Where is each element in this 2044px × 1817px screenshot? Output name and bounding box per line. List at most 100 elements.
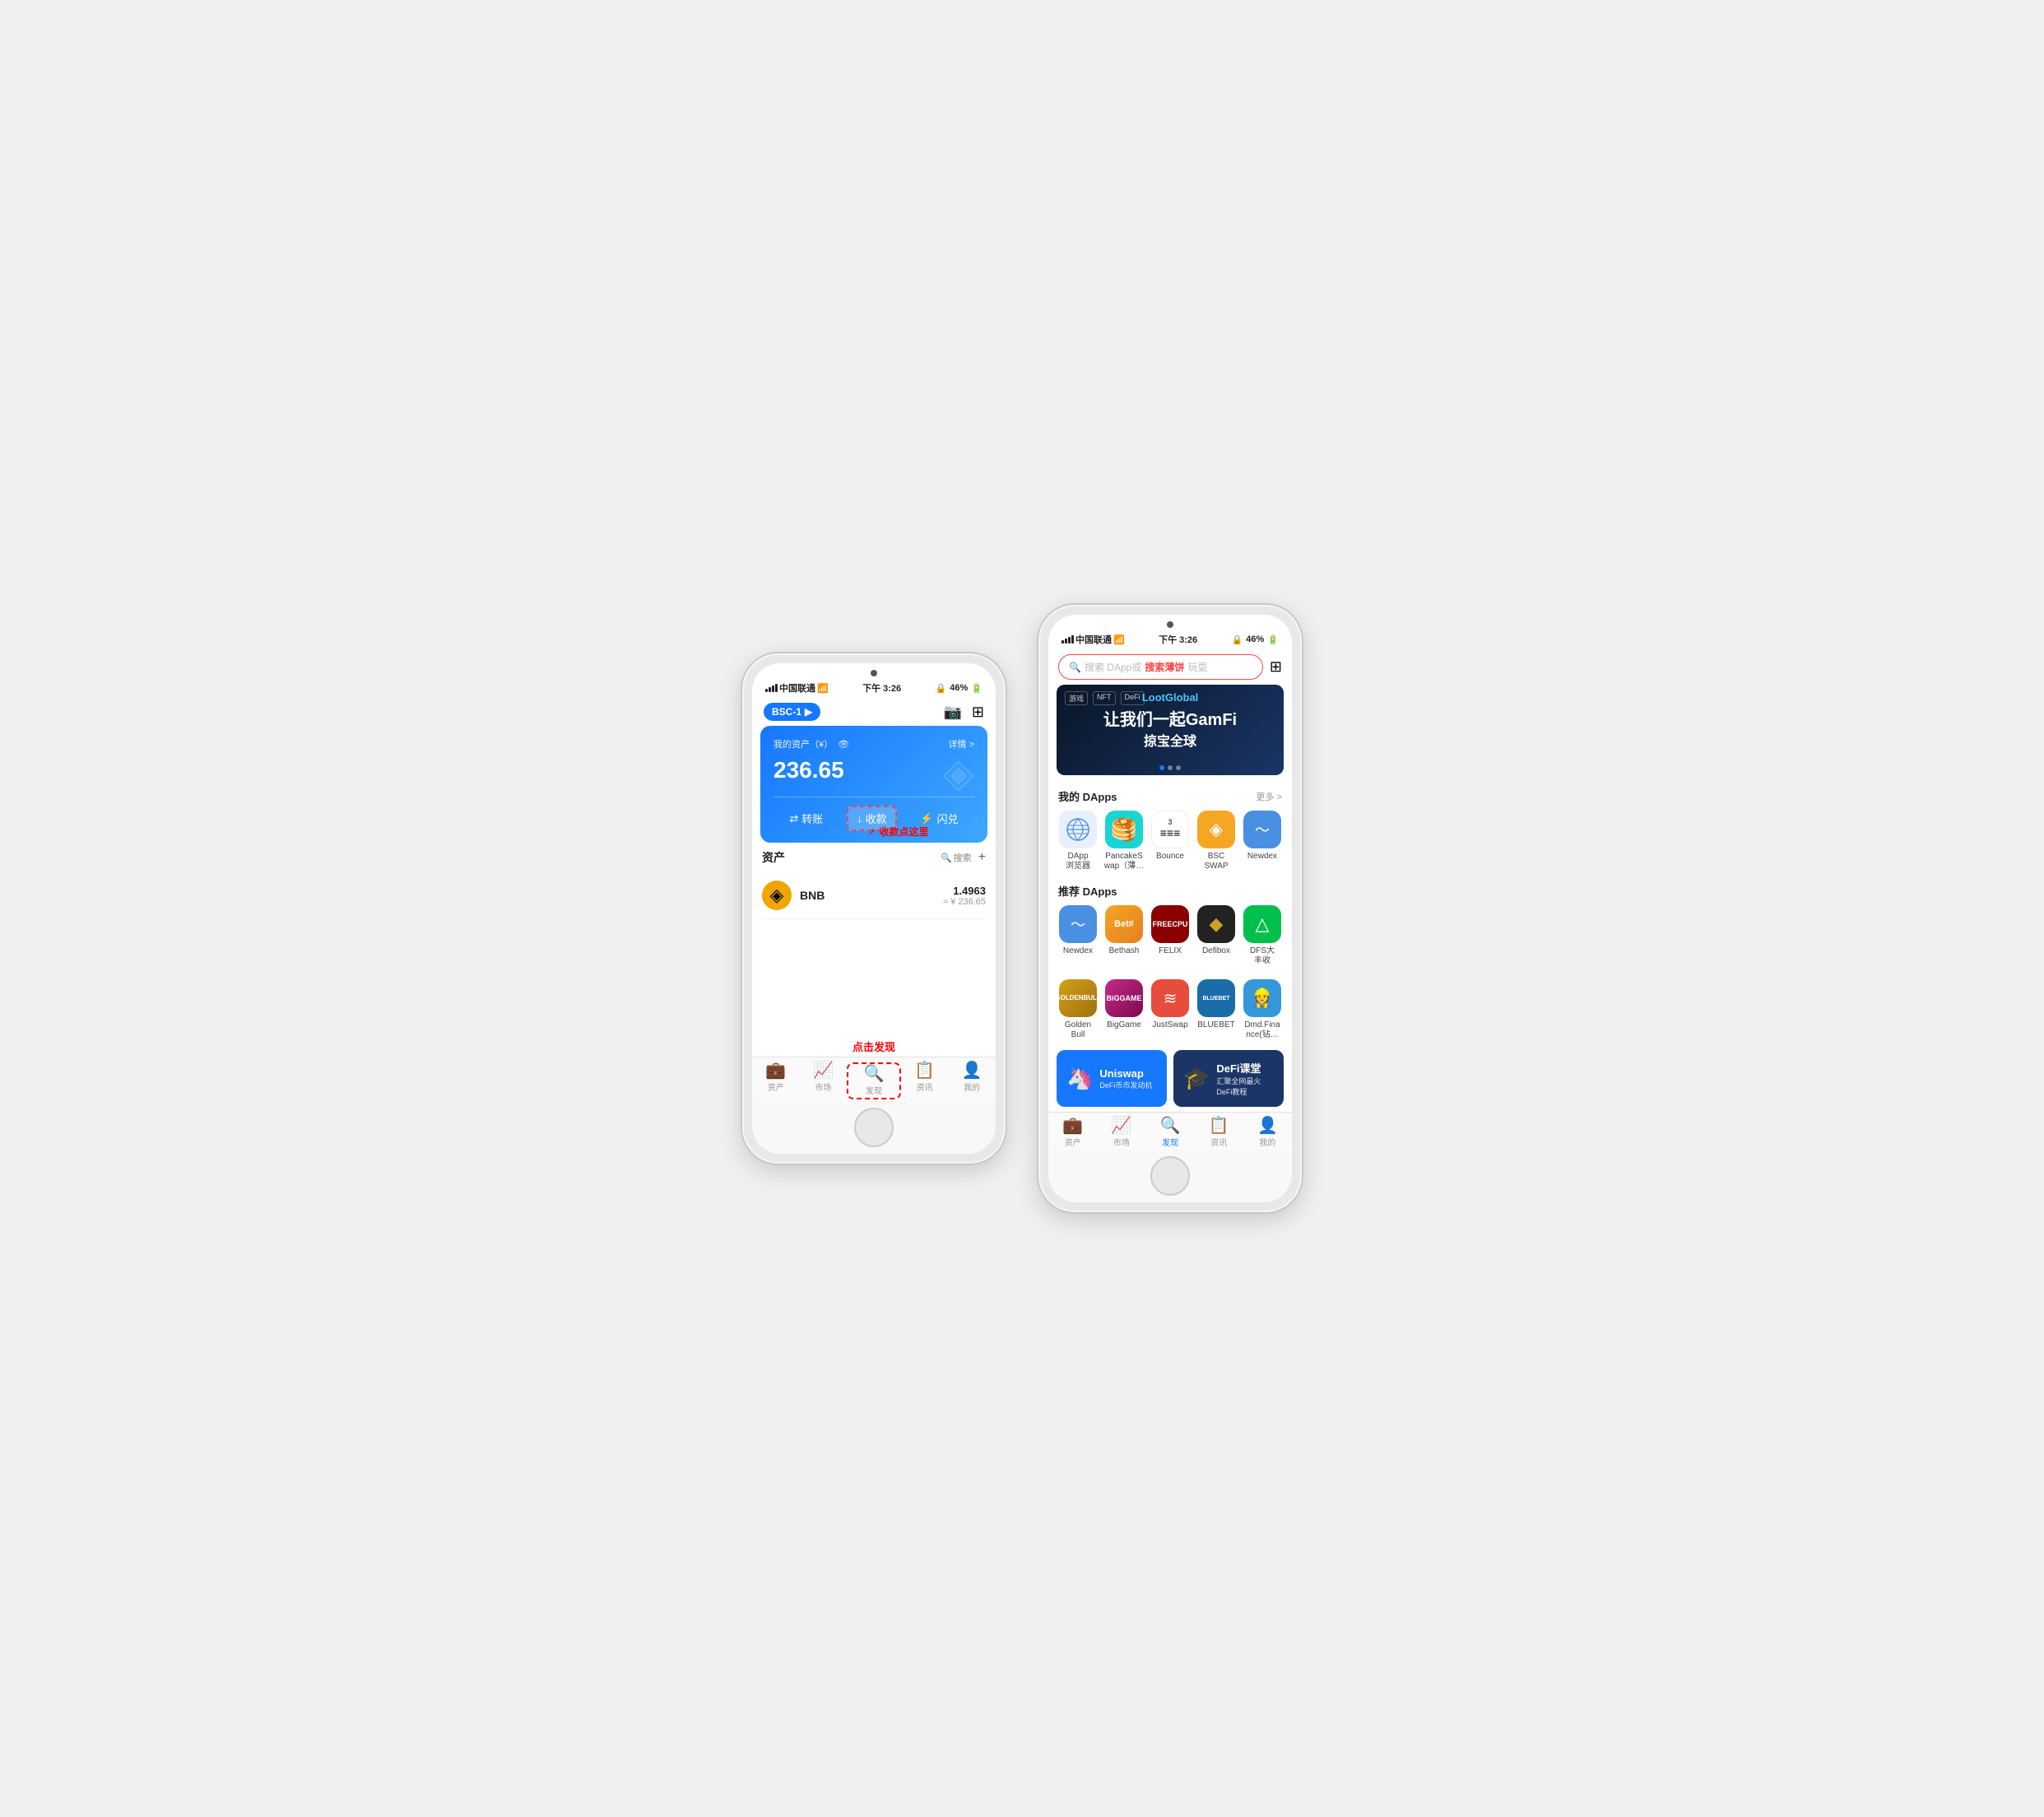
- signal-bars: [765, 684, 778, 692]
- rec-golden-bull[interactable]: GOLDEN BULL GoldenBull: [1055, 979, 1101, 1040]
- phone2-top-bar: [1048, 615, 1292, 631]
- transfer-button[interactable]: ⇄ 转账: [781, 806, 831, 831]
- eye-icon[interactable]: 👁: [838, 739, 849, 750]
- rec-golden-bull-label: GoldenBull: [1065, 1020, 1091, 1040]
- p2-tab-assets-icon: 💼: [1062, 1118, 1083, 1134]
- promo-defi-title: DeFi课堂: [1216, 1060, 1274, 1076]
- tab-profile-icon: 👤: [962, 1062, 983, 1079]
- p2-tab-profile[interactable]: 👤 我的: [1243, 1118, 1292, 1148]
- p2-bar-1: [1061, 640, 1064, 644]
- tab-news-label: 资讯: [917, 1080, 933, 1093]
- tab-profile[interactable]: 👤 我的: [948, 1062, 996, 1099]
- dapp-browser[interactable]: DApp浏览器: [1055, 811, 1101, 871]
- add-asset-button[interactable]: +: [978, 850, 986, 865]
- rec-bluebet-icon: BLUEBET: [1197, 979, 1235, 1017]
- p2-tab-discover-icon: 🔍: [1160, 1118, 1181, 1134]
- tab-market-icon: 📈: [813, 1062, 834, 1079]
- phone2-home-bar: [1048, 1150, 1292, 1202]
- rec-justswap-icon: ≋: [1151, 979, 1189, 1017]
- promo-defi[interactable]: 🎓 DeFi课堂 汇聚全网最火DeFi教程: [1173, 1050, 1284, 1107]
- carrier-label: 中国联通: [779, 681, 815, 695]
- dapp-bscswap[interactable]: ◈ BSCSWAP: [1193, 811, 1239, 871]
- assets-actions-row: 🔍 搜索 +: [941, 850, 986, 865]
- rec-felix[interactable]: FREE CPU FELIX: [1147, 905, 1193, 966]
- bsc-badge[interactable]: BSC-1 ▶: [764, 703, 820, 721]
- p2-tab-discover[interactable]: 🔍 发现: [1145, 1118, 1194, 1148]
- p2-tab-news[interactable]: 📋 资讯: [1195, 1118, 1243, 1148]
- tab-discover-icon: 🔍: [864, 1066, 885, 1082]
- bnb-value: 1.4963 ≈ ¥ 236.65: [943, 885, 986, 907]
- rec-biggame[interactable]: BiG GAME BigGame: [1101, 979, 1147, 1040]
- dapp-bscswap-label: BSCSWAP: [1204, 852, 1228, 871]
- p2-time-label: 下午 3:26: [1159, 633, 1197, 646]
- tab-market[interactable]: 📈 市场: [800, 1062, 848, 1099]
- search-input-box[interactable]: 🔍 搜索 DApp或 搜索薄饼 玩耍: [1058, 654, 1263, 680]
- rec-felix-label: FELIX: [1159, 946, 1182, 956]
- dapp-browser-label: DApp浏览器: [1066, 852, 1090, 871]
- assets-title: 资产: [762, 849, 785, 866]
- header-icons: 📷 ⊞: [943, 704, 984, 721]
- p2-bar-3: [1068, 637, 1071, 644]
- p2-tab-assets[interactable]: 💼 资产: [1048, 1118, 1097, 1148]
- dapp-pancake-label: PancakeSwap（薄…: [1104, 852, 1144, 871]
- dapp-pancake-icon: 🥞: [1105, 811, 1143, 848]
- uniswap-icon: 🦄: [1066, 1066, 1093, 1091]
- dapp-pancake[interactable]: 🥞 PancakeSwap（薄…: [1101, 811, 1147, 871]
- camera-icon[interactable]: 📷: [943, 704, 961, 721]
- phone1-top-bar: [752, 663, 996, 680]
- rec-bluebet[interactable]: BLUEBET BLUEBET: [1193, 979, 1239, 1040]
- rec-defibox[interactable]: ◆ Defibox: [1193, 905, 1239, 966]
- bnb-row: ◈ BNB 1.4963 ≈ ¥ 236.65: [762, 872, 986, 919]
- bnb-logo: ◈: [762, 881, 792, 910]
- swap-label: 闪兑: [937, 811, 959, 826]
- p2-battery-label: 46%: [1246, 634, 1264, 644]
- dapp-bounce[interactable]: 3 ≡≡≡ Bounce: [1147, 811, 1193, 871]
- promo-uniswap[interactable]: 🦄 Uniswap DeFi币市发动机: [1057, 1050, 1167, 1107]
- promo-row: 🦄 Uniswap DeFi币市发动机 🎓 DeFi课堂 汇聚全网最火DeFi教…: [1057, 1050, 1284, 1107]
- rec-dfs-icon: △: [1243, 905, 1281, 943]
- rec-justswap[interactable]: ≋ JustSwap: [1147, 979, 1193, 1040]
- rec-dmd-label: Dmd.Finance(钻…: [1244, 1020, 1280, 1040]
- rec-newdex[interactable]: 〜 Newdex: [1055, 905, 1101, 966]
- rec-dfs[interactable]: △ DFS大丰收: [1239, 905, 1285, 966]
- phone2-status-bar: 中国联通 📶 下午 3:26 🔒 46% 🔋: [1048, 631, 1292, 649]
- promo-defi-text: DeFi课堂 汇聚全网最火DeFi教程: [1216, 1060, 1274, 1097]
- camera-dot: [871, 670, 877, 676]
- dapp-bscswap-icon: ◈: [1197, 811, 1235, 848]
- tab-assets[interactable]: 💼 资产: [752, 1062, 800, 1099]
- dapp-newdex-icon: 〜: [1243, 811, 1281, 848]
- phone-2: 中国联通 📶 下午 3:26 🔒 46% 🔋 🔍 搜索 DApp或: [1038, 605, 1302, 1212]
- p2-tab-assets-label: 资产: [1065, 1136, 1081, 1148]
- tab-discover[interactable]: 🔍 发现: [847, 1062, 901, 1099]
- rec-newdex-label: Newdex: [1063, 946, 1093, 956]
- search-button[interactable]: 🔍 搜索: [941, 851, 972, 864]
- signal-bar-2: [769, 687, 771, 692]
- rec-dmd[interactable]: 👷 Dmd.Finance(钻…: [1239, 979, 1285, 1040]
- my-dapps-title: 我的 DApps: [1058, 788, 1117, 804]
- p2-wifi-icon: 📶: [1113, 634, 1125, 645]
- p2-battery-icon: 🔋: [1267, 634, 1279, 645]
- tab-discover-label: 发现: [866, 1084, 882, 1096]
- asset-label: 我的资产（¥）: [773, 737, 833, 750]
- rec-dapps-header: 推荐 DApps: [1048, 878, 1292, 902]
- my-dapps-grid: DApp浏览器 🥞 PancakeSwap（薄… 3 ≡≡≡: [1048, 807, 1292, 878]
- my-dapps-more[interactable]: 更多 >: [1257, 790, 1282, 803]
- p2-tab-market[interactable]: 📈 市场: [1097, 1118, 1145, 1148]
- dapp-newdex[interactable]: 〜 Newdex: [1239, 811, 1285, 871]
- rec-bethash[interactable]: Bet# Bethash: [1101, 905, 1147, 966]
- p2-tab-discover-label: 发现: [1162, 1136, 1178, 1148]
- rec-dapps-row2: GOLDEN BULL GoldenBull BiG GAME BigGame: [1048, 976, 1292, 1047]
- tab-news[interactable]: 📋 资讯: [901, 1062, 949, 1099]
- battery-label: 46%: [950, 683, 968, 693]
- qr-icon[interactable]: ⊞: [1270, 658, 1282, 676]
- search-glass-icon: 🔍: [1069, 662, 1081, 673]
- phone2-screen: 🔍 搜索 DApp或 搜索薄饼 玩耍 ⊞ 游戏 NFT DeFi: [1048, 649, 1292, 1150]
- qr-scan-icon[interactable]: ⊞: [972, 704, 984, 721]
- rec-justswap-label: JustSwap: [1152, 1020, 1187, 1030]
- bnb-amount: 1.4963: [943, 885, 986, 897]
- phone2-home-button[interactable]: [1150, 1156, 1190, 1196]
- rec-dapps-row1: 〜 Newdex Bet# Bethash FREE CPU: [1048, 902, 1292, 973]
- home-button[interactable]: [854, 1108, 894, 1147]
- spacer: [752, 978, 996, 1036]
- banner[interactable]: 游戏 NFT DeFi LootGlobal 让我们一起GamFi 掠宝全球: [1057, 685, 1284, 775]
